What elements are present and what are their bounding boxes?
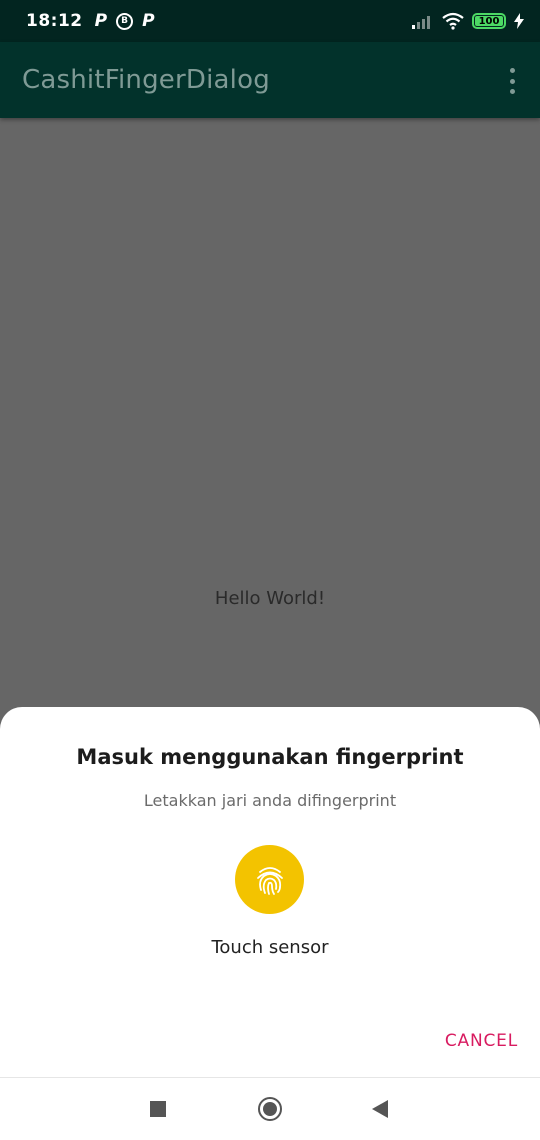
status-time: 18:12 [26,11,83,31]
charging-icon [514,13,524,29]
cancel-button[interactable]: CANCEL [445,1031,518,1051]
notification-icons: P B P [95,11,155,31]
notification-b-icon: B [116,12,134,30]
fingerprint-icon [235,845,304,914]
recents-icon[interactable] [150,1101,166,1117]
notification-p-icon: P [94,11,108,31]
dialog-title: Masuk menggunakan fingerprint [76,745,464,769]
dialog-status: Touch sensor [211,937,329,958]
app-bar: CashitFingerDialog [0,42,540,118]
main-content: Hello World! [0,118,540,708]
battery-level: 100 [478,15,500,27]
home-icon[interactable] [258,1097,282,1121]
fingerprint-dialog: Masuk menggunakan fingerprint Letakkan j… [0,707,540,1077]
dialog-subtitle: Letakkan jari anda difingerprint [143,791,397,810]
notification-p-icon-2: P [142,11,155,31]
battery-icon: 100 [472,13,506,29]
back-icon[interactable] [372,1100,388,1118]
status-right-icons: 100 [412,12,524,30]
hello-text: Hello World! [214,588,326,609]
status-bar: 18:12 P B P 100 [0,0,540,42]
wifi-icon [442,12,464,30]
navigation-bar [0,1077,540,1140]
app-title: CashitFingerDialog [22,65,270,95]
more-vert-icon[interactable] [506,68,518,94]
signal-icon [412,16,430,29]
